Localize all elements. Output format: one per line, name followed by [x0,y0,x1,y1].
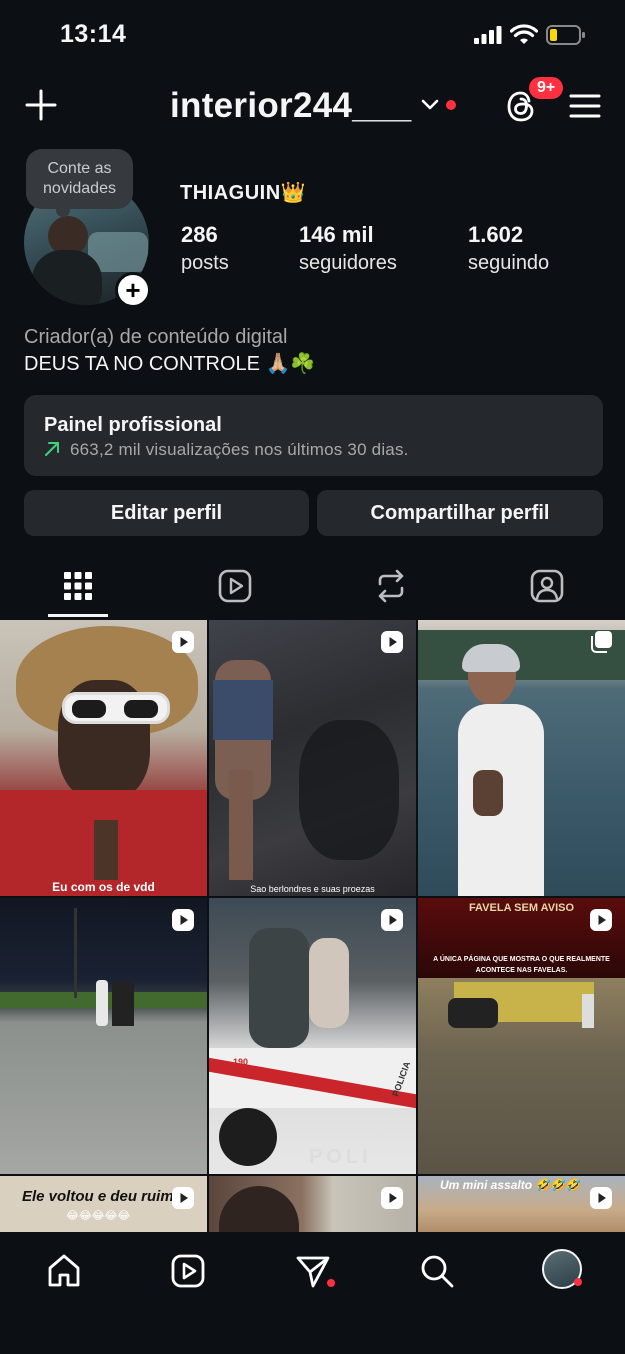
reel-icon [172,909,194,931]
tab-reposts[interactable] [371,566,411,606]
profile-notification-dot [574,1278,582,1286]
post-caption: Um mini assalto 🤣🤣🤣 [440,1178,581,1192]
profile-category: Criador(a) de conteúdo digital [24,326,288,348]
messages-notification-dot [327,1279,335,1287]
username[interactable]: interior244___ [170,86,412,126]
stat-posts-label: posts [181,252,229,274]
grid-icon [64,572,92,600]
reel-icon [381,909,403,931]
stat-following-value: 1.602 [468,222,524,247]
reel-icon [381,1187,403,1209]
dashboard-title: Painel profissional [44,414,222,436]
share-profile-button[interactable]: Compartilhar perfil [317,490,603,536]
bottom-navigation [0,1232,625,1354]
post-tile[interactable] [418,620,625,896]
post-caption: Eu com os de vdd [52,880,155,894]
post-tile[interactable]: 190 POLICIA POLI [209,898,416,1174]
add-story-plus-icon[interactable]: + [115,272,151,308]
instagram-profile-screen: 13:14 interior244___ 9+ Conte as novidad… [0,0,625,1354]
reel-icon [590,909,612,931]
reel-icon [172,1187,194,1209]
reel-icon [590,1187,612,1209]
stat-followers-value: 146 mil [299,222,374,247]
trend-up-arrow-icon [45,442,59,456]
search-icon[interactable] [418,1252,456,1290]
post-tile[interactable]: Um mini assalto 🤣🤣🤣 [418,1176,625,1232]
tab-tagged[interactable] [527,566,567,606]
status-time: 13:14 [60,20,127,48]
reel-icon [172,631,194,653]
create-plus-icon[interactable] [24,88,58,122]
post-caption: Sao berlondres e suas proezas [250,884,375,894]
post-caption-emojis: 😂😂😂😂😂 [66,1210,131,1222]
dashboard-subtitle: 663,2 mil visualizações nos últimos 30 d… [70,440,409,459]
reels-icon[interactable] [169,1252,207,1290]
car-label-poli: POLI [309,1146,372,1168]
carousel-icon [591,631,612,653]
display-name: THIAGUIN👑 [180,182,307,204]
post-tile[interactable]: Ele voltou e deu ruim 😂😂😂😂😂 [0,1176,207,1232]
threads-badge: 9+ [527,75,566,101]
account-notification-dot [446,100,456,110]
car-number-190: 190 [233,1057,249,1067]
stat-following[interactable]: 1.602 seguindo [468,222,549,275]
battery-icon [546,25,585,45]
post-caption: Ele voltou e deu ruim [22,1188,174,1205]
post-tile[interactable]: Eu com os de vdd [0,620,207,896]
chevron-down-icon[interactable] [421,98,439,112]
edit-profile-button[interactable]: Editar perfil [24,490,309,536]
home-icon[interactable] [45,1252,83,1290]
post-tile[interactable] [209,1176,416,1232]
stat-posts-value: 286 [181,222,218,247]
profile-header: interior244___ 9+ [0,75,625,132]
profile-bio: DEUS TA NO CONTROLE 🙏🏼☘️ [24,353,316,375]
stat-followers[interactable]: 146 mil seguidores [299,222,397,275]
post-tile[interactable]: Sao berlondres e suas proezas [209,620,416,896]
wifi-icon [510,24,538,44]
tab-grid[interactable] [58,566,98,606]
post-tile[interactable] [0,898,207,1174]
stat-following-label: seguindo [468,252,550,274]
tab-reels[interactable] [215,566,255,606]
active-tab-indicator [48,614,108,617]
post-tile[interactable]: FAVELA SEM AVISO A ÚNICA PÁGINA QUE MOST… [418,898,625,1174]
stat-followers-label: seguidores [299,252,397,274]
status-bar: 13:14 [0,0,625,70]
note-bubble[interactable]: Conte as novidades [26,149,133,217]
cellular-signal-icon [474,26,502,44]
post-caption: A ÚNICA PÁGINA QUE MOSTRA O QUE REALMENT… [433,956,610,974]
menu-hamburger-icon[interactable] [569,92,601,120]
reel-icon [381,631,403,653]
stat-posts[interactable]: 286 posts [181,222,229,275]
professional-dashboard[interactable]: Painel profissional 663,2 mil visualizaç… [24,395,603,476]
